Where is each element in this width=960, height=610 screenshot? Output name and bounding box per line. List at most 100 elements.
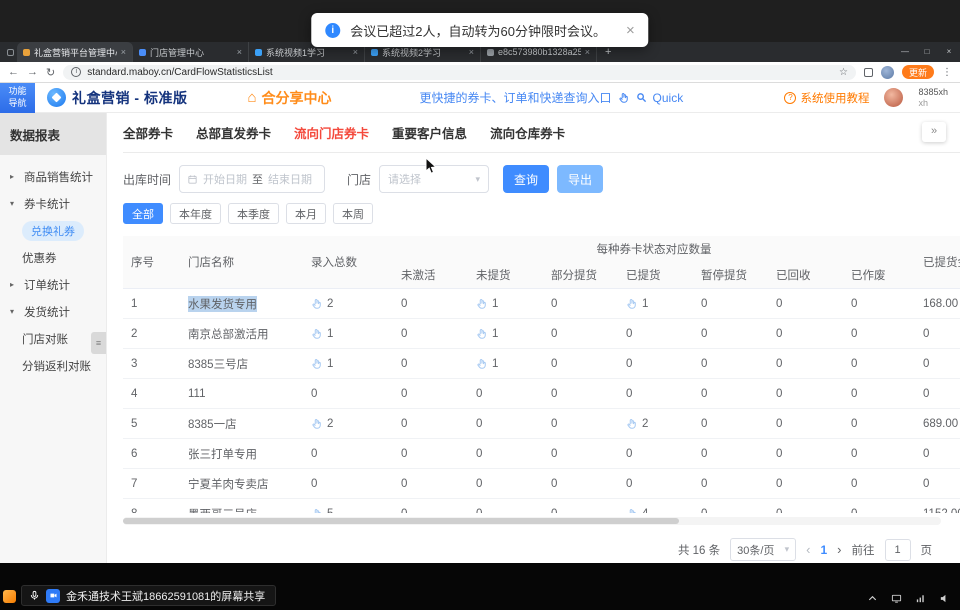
taskbar-app-icon[interactable] — [3, 590, 16, 603]
table-row[interactable]: 4111000000000 — [123, 379, 960, 409]
tray-display-icon[interactable] — [891, 593, 902, 604]
current-page[interactable]: 1 — [820, 543, 827, 557]
share-center-link[interactable]: ⌂ 合分享中心 — [247, 88, 331, 108]
sidebar-item[interactable]: ▸订单统计 — [0, 271, 106, 298]
table-cell: 南京总部激活用 — [180, 326, 303, 342]
hand-pointer-icon[interactable] — [626, 298, 638, 310]
browser-tab[interactable]: 礼盒营销平台管理中心× — [17, 42, 133, 62]
hand-pointer-icon[interactable] — [311, 358, 323, 370]
quick-filter-chip[interactable]: 本年度 — [170, 203, 221, 224]
tray-volume-icon[interactable] — [939, 593, 950, 604]
prev-page-button[interactable]: ‹ — [806, 542, 810, 557]
share-center-label: 合分享中心 — [262, 88, 332, 108]
tab-close-icon[interactable]: × — [585, 47, 590, 57]
content-tab[interactable]: 总部直发券卡 — [196, 123, 271, 142]
quick-filter-chip[interactable]: 本季度 — [228, 203, 279, 224]
table-row[interactable]: 7宁夏羊肉专卖店000000000 — [123, 469, 960, 499]
table-row[interactable]: 1水果发货专用20101000168.00 — [123, 289, 960, 319]
content-tab[interactable]: 重要客户信息 — [392, 123, 467, 142]
sidebar-item[interactable]: ▾发货统计 — [0, 298, 106, 325]
page-size-select[interactable]: 30条/页 ▾ — [730, 538, 796, 561]
tab-close-icon[interactable]: × — [469, 47, 474, 57]
browser-tab[interactable]: 门店管理中心× — [133, 42, 249, 62]
quick-filter-chip[interactable]: 全部 — [123, 203, 163, 224]
table-cell: 0 — [843, 358, 915, 370]
site-info-icon[interactable]: i — [71, 67, 81, 77]
url-field[interactable]: i standard.maboy.cn/CardFlowStatisticsLi… — [63, 65, 856, 80]
content-tab[interactable]: 流向仓库券卡 — [490, 123, 565, 142]
extensions-icon[interactable] — [864, 68, 873, 77]
tab-close-icon[interactable]: × — [237, 47, 242, 57]
end-date-placeholder: 结束日期 — [268, 171, 312, 187]
table-cell: 2 — [618, 418, 693, 430]
sidebar-item[interactable]: 兑换礼券 — [0, 217, 106, 244]
scrollbar-thumb[interactable] — [123, 518, 679, 524]
date-range-input[interactable]: 开始日期 至 结束日期 — [179, 165, 325, 193]
next-page-button[interactable]: › — [837, 542, 841, 557]
hand-pointer-icon[interactable] — [311, 298, 323, 310]
tutorial-link[interactable]: ? 系统使用教程 — [784, 90, 869, 106]
table-row[interactable]: 6张三打单专用000000000 — [123, 439, 960, 469]
tray-chevron-up-icon[interactable] — [867, 593, 878, 604]
cell-value: 2 — [327, 298, 333, 310]
cell-value: 0 — [923, 448, 929, 460]
cell-value: 0 — [401, 388, 407, 400]
content-tab[interactable]: 流向门店券卡 — [294, 123, 369, 142]
table-row[interactable]: 38385三号店101000000 — [123, 349, 960, 379]
search-button[interactable]: 查询 — [503, 165, 549, 193]
sidebar-item[interactable]: ▸商品销售统计 — [0, 163, 106, 190]
maximize-button[interactable]: □ — [916, 42, 938, 62]
tabs-expand-button[interactable]: » — [922, 122, 946, 142]
sidebar-item[interactable]: 优惠券 — [0, 244, 106, 271]
goto-page-input[interactable]: 1 — [885, 539, 911, 561]
forward-icon[interactable]: → — [27, 66, 38, 78]
tab-close-icon[interactable]: × — [353, 47, 358, 57]
quick-filter-chip[interactable]: 本周 — [333, 203, 373, 224]
reload-icon[interactable]: ↻ — [46, 66, 55, 79]
screen-share-bar: 金禾通技术王斌18662591081的屏幕共享 — [21, 585, 276, 606]
browser-menu-icon[interactable]: ⋮ — [942, 67, 952, 78]
hand-pointer-icon[interactable] — [476, 358, 488, 370]
browser-update-button[interactable]: 更新 — [902, 65, 934, 79]
table-cell: 8385一店 — [180, 416, 303, 432]
hand-pointer-icon[interactable] — [476, 328, 488, 340]
table-row[interactable]: 58385一店20002000689.00 — [123, 409, 960, 439]
table-row[interactable]: 2南京总部激活用101000000 — [123, 319, 960, 349]
quick-search-entry[interactable]: 更快捷的券卡、订单和快递查询入口 Quick — [420, 89, 684, 106]
back-icon[interactable]: ← — [8, 66, 19, 78]
sidebar-collapse-handle[interactable]: ≡ — [91, 332, 106, 354]
table-cell: 0 — [543, 418, 618, 430]
tray-network-icon[interactable] — [915, 593, 926, 604]
hand-pointer-icon[interactable] — [311, 328, 323, 340]
tab-favicon — [371, 49, 378, 56]
user-avatar[interactable] — [884, 88, 903, 107]
tab-close-icon[interactable]: × — [121, 47, 126, 57]
export-button[interactable]: 导出 — [557, 165, 603, 193]
hand-pointer-icon[interactable] — [626, 418, 638, 430]
sidebar-item[interactable]: 分销返利对账 — [0, 352, 106, 379]
cell-value: 2 — [327, 418, 333, 430]
cell-value: 0 — [701, 478, 707, 490]
hand-pointer-icon[interactable] — [476, 298, 488, 310]
minimize-button[interactable]: — — [894, 42, 916, 62]
hand-pointer-icon[interactable] — [311, 418, 323, 430]
cell-value: 8 — [131, 508, 137, 514]
toast-close-icon[interactable]: × — [626, 22, 635, 39]
close-button[interactable]: × — [938, 42, 960, 62]
content-tab[interactable]: 全部券卡 — [123, 123, 173, 142]
camera-icon[interactable] — [46, 589, 60, 603]
table-cell: 0 — [393, 478, 468, 490]
statistics-table: 序号 门店名称 录入总数 每种券卡状态对应数量 已提货金额 未激活未提货部分提货… — [123, 236, 960, 525]
tab-search-icon[interactable] — [3, 42, 17, 62]
horizontal-scrollbar[interactable] — [123, 517, 941, 525]
hand-pointer-icon[interactable] — [311, 508, 323, 514]
quick-filter-chip[interactable]: 本月 — [286, 203, 326, 224]
bookmark-star-icon[interactable]: ☆ — [839, 67, 848, 78]
sidebar-item[interactable]: ▾券卡统计 — [0, 190, 106, 217]
browser-profile-avatar[interactable] — [881, 66, 894, 79]
cell-value: 689.00 — [923, 418, 958, 430]
hand-pointer-icon[interactable] — [626, 508, 638, 514]
microphone-icon[interactable] — [29, 590, 40, 601]
table-row[interactable]: 8墨西哥三号店500040001152.00 — [123, 499, 960, 513]
function-nav-button[interactable]: 功能 导航 — [0, 83, 35, 113]
